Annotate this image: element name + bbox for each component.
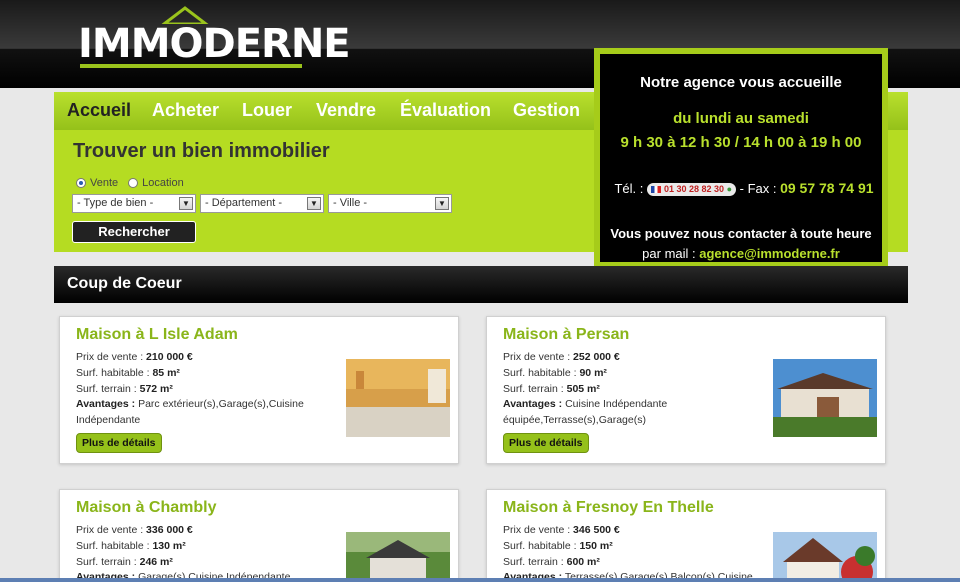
mail-label: par mail : (642, 246, 696, 261)
nav-item-gestion[interactable]: Gestion (513, 100, 580, 121)
listing-photo[interactable] (346, 532, 450, 582)
listing-info: Prix de vente : 346 500 € Surf. habitabl… (503, 523, 755, 582)
price-value: 252 000 € (573, 351, 620, 363)
agency-contact-line: Vous pouvez nous contacter à toute heure (610, 226, 872, 241)
search-button[interactable]: Rechercher (72, 221, 196, 243)
radio-location[interactable] (128, 178, 139, 188)
agency-days: du lundi au samedi (673, 110, 809, 127)
radio-vente-label: Vente (90, 177, 119, 189)
select-ville[interactable]: - Ville - ▼ (328, 194, 452, 213)
agency-info-box: Notre agence vous accueille du lundi au … (594, 48, 888, 268)
os-taskbar-edge (0, 578, 960, 582)
mail-link[interactable]: agence@immoderne.fr (699, 246, 840, 261)
nav-item-vendre[interactable]: Vendre (316, 100, 376, 121)
agency-mail-line: par mail : agence@immoderne.fr (600, 246, 882, 261)
price-label: Prix de vente : (76, 351, 144, 363)
habitable-label: Surf. habitable : (503, 366, 577, 379)
habitable-value: 90 m² (579, 366, 607, 379)
listing-title[interactable]: Maison à Fresnoy En Thelle (503, 499, 714, 517)
price-value: 346 500 € (573, 524, 620, 536)
avantages-label: Avantages : (503, 398, 563, 411)
fax-number: 09 57 78 74 91 (780, 180, 874, 196)
chevron-down-icon: ▼ (179, 197, 193, 210)
listing-photo[interactable] (773, 532, 877, 582)
agency-hours: 9 h 30 à 12 h 30 / 14 h 00 à 19 h 00 (620, 134, 862, 151)
details-button[interactable]: Plus de détails (76, 433, 162, 453)
tel-label: Tél. : (614, 181, 644, 196)
listing-card: Maison à Chambly Prix de vente : 336 000… (59, 489, 459, 582)
coup-de-coeur-header: Coup de Coeur (54, 266, 908, 303)
listing-info: Prix de vente : 252 000 € Surf. habitabl… (503, 350, 755, 429)
habitable-label: Surf. habitable : (503, 539, 577, 552)
terrain-label: Surf. terrain : (503, 555, 564, 568)
price-label: Prix de vente : (76, 524, 144, 536)
listing-card: Maison à L Isle Adam Prix de vente : 210… (59, 316, 459, 464)
listing-title[interactable]: Maison à Chambly (76, 499, 216, 517)
radio-location-label: Location (142, 177, 184, 189)
nav-item-evaluation[interactable]: Évaluation (400, 100, 491, 121)
details-button[interactable]: Plus de détails (503, 433, 589, 453)
listing-photo[interactable] (773, 359, 877, 437)
nav-item-accueil[interactable]: Accueil (67, 100, 131, 121)
price-value: 336 000 € (146, 524, 193, 536)
terrain-value: 505 m² (566, 382, 600, 395)
select-departement[interactable]: - Département - ▼ (200, 194, 324, 213)
select-type-de-bien[interactable]: - Type de bien - ▼ (72, 194, 196, 213)
terrain-label: Surf. terrain : (76, 382, 137, 395)
price-label: Prix de vente : (503, 524, 571, 536)
fax-label: - Fax : (739, 181, 777, 196)
listing-card: Maison à Fresnoy En Thelle Prix de vente… (486, 489, 886, 582)
chevron-down-icon: ▼ (435, 197, 449, 210)
terrain-value: 572 m² (139, 382, 173, 395)
listing-info: Prix de vente : 210 000 € Surf. habitabl… (76, 350, 328, 429)
chevron-down-icon: ▼ (307, 197, 321, 210)
price-value: 210 000 € (146, 351, 193, 363)
avantages-label: Avantages : (76, 398, 136, 411)
section-title: Coup de Coeur (67, 275, 182, 292)
habitable-value: 85 m² (152, 366, 180, 379)
terrain-label: Surf. terrain : (503, 382, 564, 395)
listing-title[interactable]: Maison à Persan (503, 326, 629, 344)
listing-photo[interactable] (346, 359, 450, 437)
price-label: Prix de vente : (503, 351, 571, 363)
agency-title: Notre agence vous accueille (640, 74, 842, 91)
listing-card: Maison à Persan Prix de vente : 252 000 … (486, 316, 886, 464)
search-title: Trouver un bien immobilier (73, 140, 330, 162)
nav-item-acheter[interactable]: Acheter (152, 100, 219, 121)
phone-number: 01 30 28 82 30 (664, 184, 725, 195)
select-type-value: - Type de bien - (77, 197, 154, 209)
select-ville-value: - Ville - (333, 197, 368, 209)
logo-text: IMMODERNE (78, 21, 351, 67)
logo-underline (80, 64, 302, 68)
radio-vente[interactable] (76, 178, 86, 188)
terrain-label: Surf. terrain : (76, 555, 137, 568)
terrain-value: 246 m² (139, 555, 173, 568)
habitable-value: 130 m² (152, 539, 186, 552)
listing-info: Prix de vente : 336 000 € Surf. habitabl… (76, 523, 328, 582)
terrain-value: 600 m² (566, 555, 600, 568)
habitable-label: Surf. habitable : (76, 539, 150, 552)
phone-call-icon: ● (724, 184, 732, 195)
transaction-type-radios: Vente Location (76, 177, 184, 189)
phone-number-badge[interactable]: 01 30 28 82 30 ● (647, 183, 736, 197)
nav-item-louer[interactable]: Louer (242, 100, 292, 121)
habitable-label: Surf. habitable : (76, 366, 150, 379)
select-departement-value: - Département - (205, 197, 283, 209)
habitable-value: 150 m² (579, 539, 613, 552)
agency-phone-fax: Tél. : 01 30 28 82 30 ● - Fax : 09 57 78… (610, 178, 878, 199)
listing-title[interactable]: Maison à L Isle Adam (76, 326, 238, 344)
france-flag-icon (651, 186, 661, 194)
